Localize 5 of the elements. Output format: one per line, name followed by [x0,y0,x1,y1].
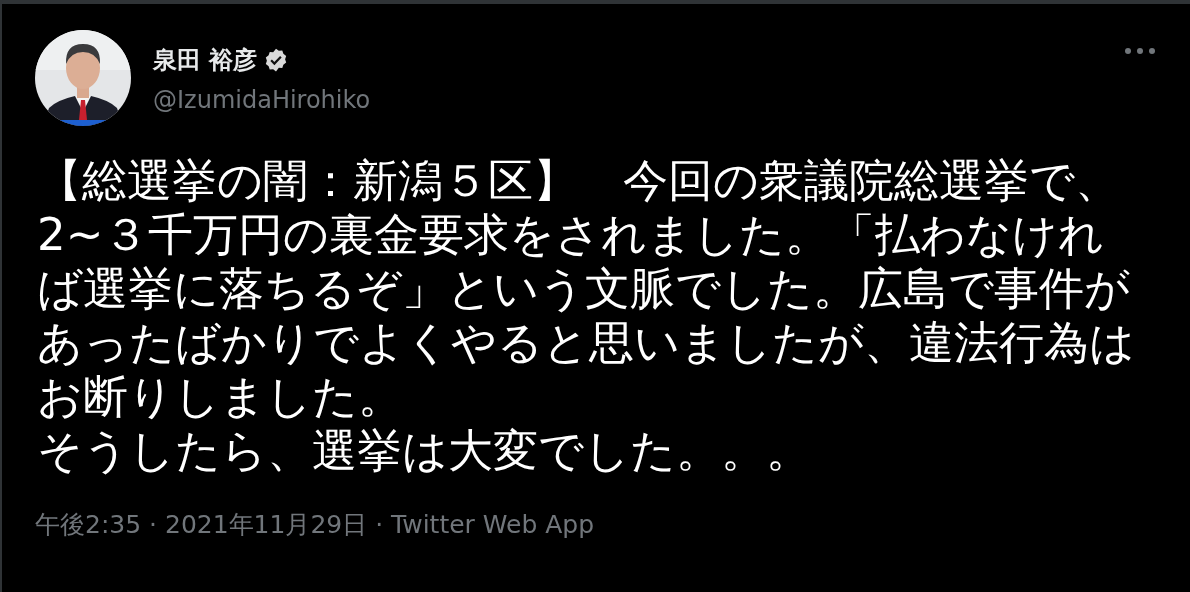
author-handle[interactable]: @IzumidaHirohiko [153,86,1098,114]
tweet-text: 【総選挙の闇：新潟５区】 今回の衆議院総選挙で、2~３千万円の裏金要求をされました。「払わなければ選挙に落ちるぞ」という文脈でした。広島で事件があったばかりでよくやると思いましたが、違法行為はお断りしました。 [37,154,1136,424]
tweet-text: そうしたら、選挙は大変でした。。。 [37,424,812,478]
author-name[interactable]: 泉田 裕彦 [153,44,258,76]
tweet-timestamp: 午後2:35 · 2021年11月29日 · Twitter Web App [35,509,595,541]
